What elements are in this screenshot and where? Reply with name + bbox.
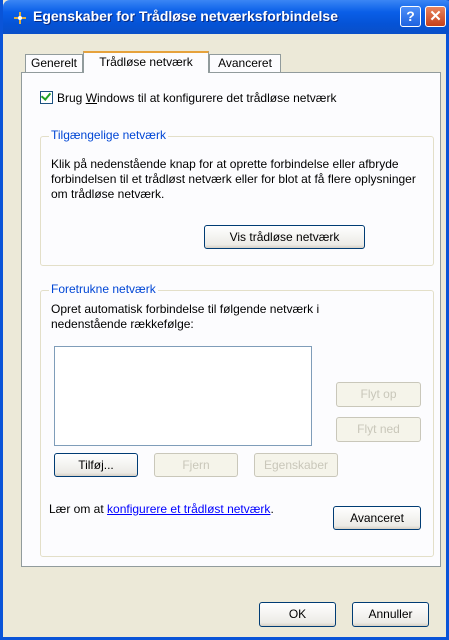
tab-generelt[interactable]: Generelt [25, 54, 83, 72]
help-button[interactable]: ? [400, 6, 421, 27]
properties-button[interactable]: Egenskaber [254, 453, 338, 477]
move-up-button[interactable]: Flyt op [336, 382, 421, 407]
add-button[interactable]: Tilføj... [54, 453, 138, 477]
tab-panel: Brug Windows til at konfigurere det tråd… [21, 72, 441, 567]
preferred-networks-title: Foretrukne netværk [49, 282, 158, 296]
checkbox-label-pre: Brug [57, 91, 86, 105]
available-networks-description: Klik på nedenstående knap for at oprette… [51, 157, 416, 201]
available-networks-title: Tilgængelige netværk [49, 128, 168, 142]
configure-wireless-link[interactable]: konfigurere et trådløst netværk [107, 502, 270, 516]
ok-button[interactable]: OK [259, 602, 336, 627]
use-windows-checkbox-row[interactable]: Brug Windows til at konfigurere det tråd… [40, 90, 337, 105]
checkbox-label-accel: W [85, 91, 98, 105]
preferred-networks-list[interactable] [54, 346, 312, 446]
network-connection-icon [14, 12, 26, 24]
learn-more-text: Lær om at konfigurere et trådløst netvær… [49, 502, 274, 517]
dialog-client: Generelt Trådløse netværk Avanceret Brug… [3, 34, 446, 637]
close-button[interactable]: ✕ [425, 6, 446, 27]
learn-prefix: Lær om at [49, 502, 108, 516]
learn-suffix: . [270, 502, 274, 516]
title-bar[interactable]: Egenskaber for Trådløse netværksforbinde… [3, 0, 449, 34]
available-networks-group: Tilgængelige netværk Klik på nedenståend… [40, 128, 434, 266]
remove-button[interactable]: Fjern [154, 453, 238, 477]
move-down-button[interactable]: Flyt ned [336, 417, 421, 442]
window-title: Egenskaber for Trådløse netværksforbinde… [33, 8, 338, 24]
advanced-button[interactable]: Avanceret [333, 506, 421, 530]
preferred-networks-description: Opret automatisk forbindelse til følgend… [51, 302, 320, 331]
preferred-networks-group: Foretrukne netværk Opret automatisk forb… [40, 282, 434, 557]
cancel-button[interactable]: Annuller [352, 602, 429, 627]
use-windows-checkbox[interactable] [40, 90, 53, 104]
view-wireless-networks-button[interactable]: Vis trådløse netværk [204, 225, 365, 249]
checkmark-icon [40, 90, 52, 101]
checkbox-label-post: indows til at konfigurere det trådløse n… [97, 91, 337, 105]
tab-traadloese-netvaerk[interactable]: Trådløse netværk [83, 51, 209, 73]
tab-avanceret[interactable]: Avanceret [209, 54, 281, 72]
properties-dialog: Egenskaber for Trådløse netværksforbinde… [0, 0, 449, 640]
